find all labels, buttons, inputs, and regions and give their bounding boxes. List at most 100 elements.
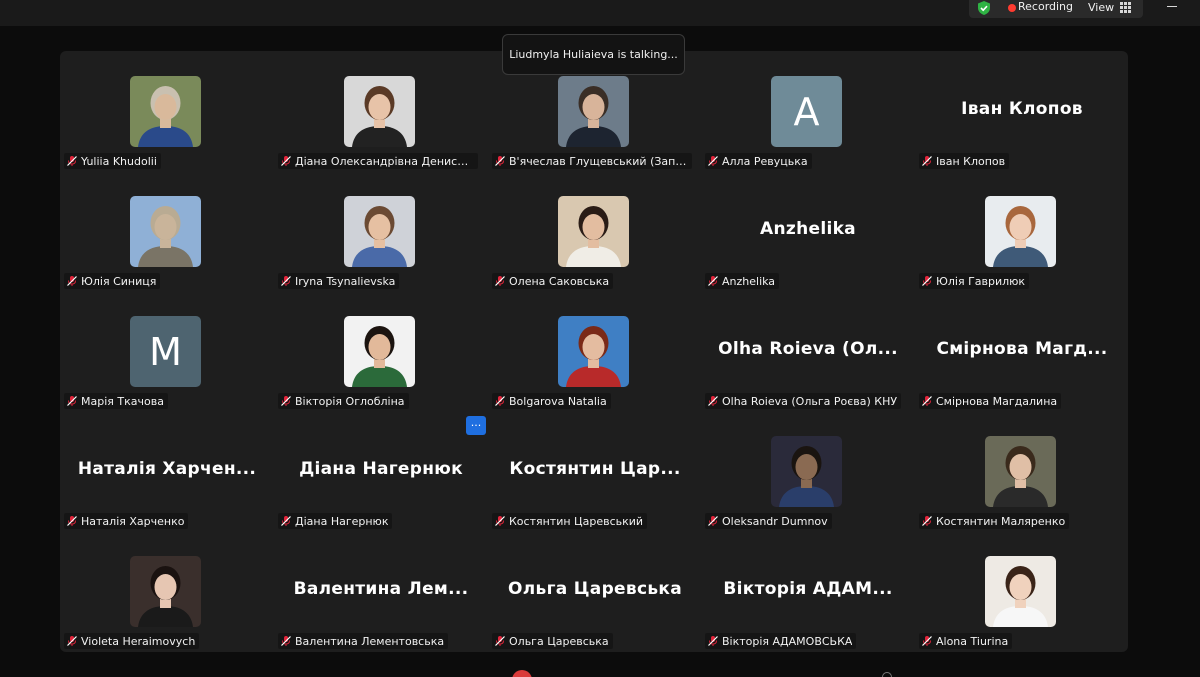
muted-mic-icon — [495, 156, 505, 166]
active-speaker-toast: Liudmyla Huliaieva is talking... — [502, 34, 685, 75]
participant-name: Костянтин Маляренко — [936, 514, 1066, 528]
participant-tile[interactable]: Вікторія АДАМ... Вікторія АДАМОВСЬКА — [701, 531, 915, 651]
participant-tile[interactable]: Смірнова Магд... Смірнова Магдалина — [915, 291, 1129, 411]
participant-tile[interactable]: M Марія Ткачова — [60, 291, 274, 411]
muted-mic-icon — [708, 156, 718, 166]
participant-video — [344, 76, 415, 147]
participant-name-label: Oleksandr Dumnov — [705, 513, 832, 529]
participant-video — [558, 76, 629, 147]
muted-mic-icon — [495, 516, 505, 526]
participant-tile[interactable]: Вікторія Оглобліна — [274, 291, 488, 411]
participant-video — [985, 436, 1056, 507]
participant-name-label: Олена Саковська — [492, 273, 614, 289]
gallery-view: Yuliia Khudolii Діана Олександрівна Денис… — [60, 51, 1128, 652]
muted-mic-icon — [67, 156, 77, 166]
letter-avatar: A — [771, 76, 842, 147]
more-options-button[interactable]: ··· — [466, 416, 486, 435]
participant-tile[interactable]: Наталія Харчен... Наталія Харченко — [60, 411, 274, 531]
participant-tile[interactable]: Юлія Гаврилюк — [915, 171, 1129, 291]
participant-name-label: Алла Ревуцька — [705, 153, 812, 169]
participant-tile[interactable]: Діана Нагернюк Діана Нагернюк — [274, 411, 488, 531]
participant-tile[interactable]: A Алла Ревуцька — [701, 51, 915, 171]
participant-name: Марія Ткачова — [81, 394, 164, 408]
participant-name-label: Діана Нагернюк — [278, 513, 393, 529]
participant-name: Olha Roieva (Ольга Роєва) КНУ — [722, 394, 898, 408]
participant-tile[interactable]: Oleksandr Dumnov — [701, 411, 915, 531]
participant-name: Алла Ревуцька — [722, 154, 808, 168]
participant-video — [558, 316, 629, 387]
participant-tile[interactable]: Iryna Tsynalievska — [274, 171, 488, 291]
participant-tile[interactable]: Валентина Лем... Валентина Лементовська — [274, 531, 488, 651]
participant-tile[interactable]: Костянтин Маляренко — [915, 411, 1129, 531]
participant-name-label: Вікторія АДАМОВСЬКА — [705, 633, 857, 649]
participant-name: Олена Саковська — [509, 274, 610, 288]
participant-name: Юлія Гаврилюк — [936, 274, 1026, 288]
participant-name: Alona Tiurina — [936, 634, 1009, 648]
muted-mic-icon — [495, 636, 505, 646]
participant-video — [558, 196, 629, 267]
participant-name-label: В'ячеслав Глущевський (Запорізьки... — [492, 153, 692, 169]
muted-mic-icon — [281, 396, 291, 406]
participant-display-name: Діана Нагернюк — [299, 459, 463, 479]
participant-name-label: Ольга Царевська — [492, 633, 613, 649]
participant-name-label: Olha Roieva (Ольга Роєва) КНУ — [705, 393, 902, 409]
participant-tile[interactable]: Олена Саковська — [488, 171, 702, 291]
participant-tile[interactable]: Костянтин Цар... Костянтин Царевський — [488, 411, 702, 531]
participant-name: Валентина Лементовська — [295, 634, 445, 648]
participant-name-label: Смірнова Магдалина — [919, 393, 1062, 409]
minimize-icon[interactable] — [1167, 2, 1179, 12]
participant-video — [771, 436, 842, 507]
participant-video — [985, 556, 1056, 627]
participant-name-label: Anzhelika — [705, 273, 780, 289]
participant-name-label: Вікторія Оглобліна — [278, 393, 409, 409]
participant-name-label: Alona Tiurina — [919, 633, 1013, 649]
participant-name: Вікторія АДАМОВСЬКА — [722, 634, 853, 648]
participant-display-name: Anzhelika — [760, 219, 856, 239]
shield-check-icon[interactable] — [976, 0, 992, 16]
participant-name: Bolgarova Natalia — [509, 394, 607, 408]
muted-mic-icon — [67, 396, 77, 406]
muted-mic-icon — [495, 396, 505, 406]
muted-mic-icon — [922, 396, 932, 406]
participant-tile[interactable]: Violeta Heraimovych — [60, 531, 274, 651]
view-button[interactable]: View — [1088, 0, 1132, 14]
muted-mic-icon — [708, 276, 718, 286]
grid-icon — [1120, 1, 1132, 13]
muted-mic-icon — [708, 396, 718, 406]
participant-name-label: Діана Олександрівна Денисенко — [278, 153, 478, 169]
participant-name: Oleksandr Dumnov — [722, 514, 828, 528]
participant-video — [985, 196, 1056, 267]
participant-video — [130, 76, 201, 147]
muted-mic-icon — [281, 156, 291, 166]
participant-tile[interactable]: Yuliia Khudolii — [60, 51, 274, 171]
muted-mic-icon — [67, 276, 77, 286]
participant-name-label: Костянтин Царевський — [492, 513, 648, 529]
participant-name-label: Іван Клопов — [919, 153, 1010, 169]
recording-label[interactable]: Recording — [1018, 0, 1073, 14]
muted-mic-icon — [922, 516, 932, 526]
toolbar-icon-edge[interactable] — [882, 672, 892, 677]
participant-name: В'ячеслав Глущевський (Запорізьки... — [509, 154, 688, 168]
muted-mic-icon — [708, 516, 718, 526]
participant-tile[interactable]: Olha Roieva (Ол... Olha Roieva (Ольга Роє… — [701, 291, 915, 411]
participant-display-name: Наталія Харчен... — [77, 459, 257, 479]
participant-name: Діана Олександрівна Денисенко — [295, 154, 474, 168]
participant-tile[interactable]: Bolgarova Natalia — [488, 291, 702, 411]
end-meeting-button-edge[interactable] — [512, 670, 532, 677]
participant-name: Вікторія Оглобліна — [295, 394, 405, 408]
active-speaker-text: Liudmyla Huliaieva is talking... — [509, 48, 678, 61]
participant-tile[interactable]: Іван Клопов Іван Клопов — [915, 51, 1129, 171]
participant-display-name: Olha Roieva (Ол... — [718, 339, 898, 359]
participant-tile[interactable]: Ольга Царевська Ольга Царевська — [488, 531, 702, 651]
view-label: View — [1088, 0, 1115, 14]
participant-name: Смірнова Магдалина — [936, 394, 1058, 408]
participant-tile[interactable]: Alona Tiurina — [915, 531, 1129, 651]
participant-tile[interactable]: Діана Олександрівна Денисенко — [274, 51, 488, 171]
participant-name: Юлія Синиця — [81, 274, 157, 288]
participant-tile[interactable]: Юлія Синиця — [60, 171, 274, 291]
participant-name: Anzhelika — [722, 274, 776, 288]
participant-name: Костянтин Царевський — [509, 514, 644, 528]
participant-name: Violeta Heraimovych — [81, 634, 196, 648]
participant-tile[interactable]: Anzhelika Anzhelika — [701, 171, 915, 291]
muted-mic-icon — [495, 276, 505, 286]
